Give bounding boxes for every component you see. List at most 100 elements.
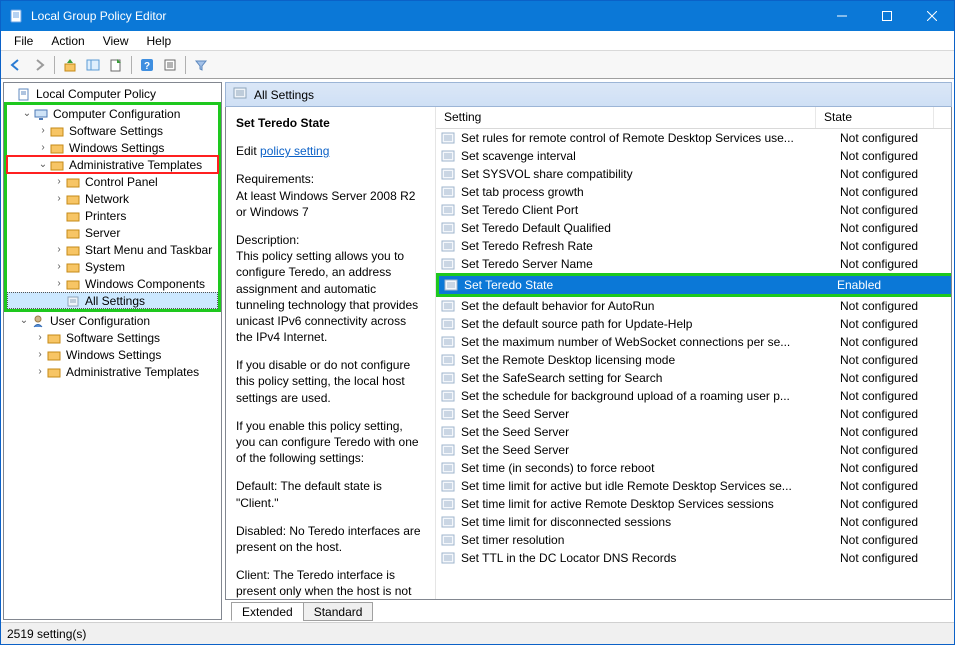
chevron-right-icon[interactable]: [53, 261, 65, 272]
setting-icon: [440, 425, 456, 439]
column-state[interactable]: State: [816, 107, 934, 128]
tree-network[interactable]: Network: [7, 190, 218, 207]
list-row[interactable]: Set the SafeSearch setting for SearchNot…: [436, 369, 951, 387]
chevron-right-icon[interactable]: [53, 193, 65, 204]
description-text-5: Disabled: No Teredo interfaces are prese…: [236, 523, 425, 555]
list-rows[interactable]: Set rules for remote control of Remote D…: [436, 129, 951, 599]
menu-help[interactable]: Help: [138, 32, 181, 50]
folder-icon: [49, 123, 65, 139]
tree-administrative-templates[interactable]: Administrative Templates: [7, 156, 218, 173]
folder-icon: [46, 330, 62, 346]
list-row[interactable]: Set the Seed ServerNot configured: [436, 441, 951, 459]
minimize-button[interactable]: [819, 1, 864, 31]
window-buttons: [819, 1, 954, 31]
setting-icon: [440, 185, 456, 199]
tree-uc-administrative-templates[interactable]: Administrative Templates: [4, 363, 221, 380]
chevron-right-icon[interactable]: [34, 366, 46, 377]
row-setting-text: Set Teredo Refresh Rate: [459, 239, 836, 253]
chevron-right-icon[interactable]: [37, 125, 49, 136]
chevron-down-icon[interactable]: [21, 108, 33, 119]
row-state-text: Not configured: [836, 221, 951, 235]
tree-windows-components[interactable]: Windows Components: [7, 275, 218, 292]
setting-icon: [440, 149, 456, 163]
setting-icon: [440, 335, 456, 349]
tree-windows-settings[interactable]: Windows Settings: [7, 139, 218, 156]
list-row[interactable]: Set the default behavior for AutoRunNot …: [436, 297, 951, 315]
list-row[interactable]: Set TTL in the DC Locator DNS RecordsNot…: [436, 549, 951, 567]
maximize-button[interactable]: [864, 1, 909, 31]
list-row[interactable]: Set the Seed ServerNot configured: [436, 423, 951, 441]
list-row[interactable]: Set timer resolutionNot configured: [436, 531, 951, 549]
row-setting-text: Set the Remote Desktop licensing mode: [459, 353, 836, 367]
chevron-right-icon[interactable]: [34, 332, 46, 343]
tree-computer-configuration[interactable]: Computer Configuration: [7, 105, 218, 122]
tree-root[interactable]: Local Computer Policy: [4, 85, 221, 102]
tree-start-menu-and-taskbar[interactable]: Start Menu and Taskbar: [7, 241, 218, 258]
list-row[interactable]: Set the Remote Desktop licensing modeNot…: [436, 351, 951, 369]
tree-label: Software Settings: [64, 331, 162, 345]
tree-all-settings[interactable]: All Settings: [7, 292, 218, 309]
menu-action[interactable]: Action: [42, 32, 93, 50]
chevron-down-icon[interactable]: [37, 159, 49, 170]
setting-icon: [440, 239, 456, 253]
tree-uc-software-settings[interactable]: Software Settings: [4, 329, 221, 346]
tree-uc-windows-settings[interactable]: Windows Settings: [4, 346, 221, 363]
setting-icon: [440, 299, 456, 313]
list-row[interactable]: Set Teredo Server NameNot configured: [436, 255, 951, 273]
list-row[interactable]: Set time limit for disconnected sessions…: [436, 513, 951, 531]
chevron-right-icon[interactable]: [53, 244, 65, 255]
list-row[interactable]: Set time (in seconds) to force rebootNot…: [436, 459, 951, 477]
list-row[interactable]: Set scavenge intervalNot configured: [436, 147, 951, 165]
chevron-right-icon[interactable]: [53, 176, 65, 187]
list-row[interactable]: Set Teredo StateEnabled: [436, 273, 951, 297]
main-area: Local Computer Policy Computer Configura…: [1, 79, 954, 622]
chevron-right-icon[interactable]: [37, 142, 49, 153]
tree-system[interactable]: System: [7, 258, 218, 275]
menu-bar: File Action View Help: [1, 31, 954, 51]
help-button[interactable]: ?: [136, 54, 158, 76]
back-button[interactable]: [5, 54, 27, 76]
menu-view[interactable]: View: [94, 32, 138, 50]
tree-server[interactable]: Server: [7, 224, 218, 241]
chevron-right-icon[interactable]: [34, 349, 46, 360]
chevron-down-icon[interactable]: [18, 315, 30, 326]
forward-button[interactable]: [28, 54, 50, 76]
list-row[interactable]: Set Teredo Default QualifiedNot configur…: [436, 219, 951, 237]
tree-control-panel[interactable]: Control Panel: [7, 173, 218, 190]
list-row[interactable]: Set SYSVOL share compatibilityNot config…: [436, 165, 951, 183]
app-icon: [9, 8, 25, 24]
row-setting-text: Set the SafeSearch setting for Search: [459, 371, 836, 385]
list-row[interactable]: Set tab process growthNot configured: [436, 183, 951, 201]
show-hide-tree-button[interactable]: [82, 54, 104, 76]
tree-printers[interactable]: Printers: [7, 207, 218, 224]
edit-policy-link[interactable]: policy setting: [260, 144, 329, 158]
list-row[interactable]: Set time limit for active Remote Desktop…: [436, 495, 951, 513]
setting-icon: [440, 221, 456, 235]
menu-file[interactable]: File: [5, 32, 42, 50]
filter-button[interactable]: [190, 54, 212, 76]
properties-button[interactable]: [159, 54, 181, 76]
list-row[interactable]: Set the maximum number of WebSocket conn…: [436, 333, 951, 351]
setting-icon: [440, 551, 456, 565]
tree-pane[interactable]: Local Computer Policy Computer Configura…: [3, 82, 222, 620]
tree-label: Local Computer Policy: [34, 87, 158, 101]
list-row[interactable]: Set Teredo Refresh RateNot configured: [436, 237, 951, 255]
list-row[interactable]: Set Teredo Client PortNot configured: [436, 201, 951, 219]
setting-icon: [440, 371, 456, 385]
column-setting[interactable]: Setting: [436, 107, 816, 128]
list-row[interactable]: Set the schedule for background upload o…: [436, 387, 951, 405]
tree-software-settings[interactable]: Software Settings: [7, 122, 218, 139]
window-title: Local Group Policy Editor: [31, 9, 819, 23]
tab-extended[interactable]: Extended: [231, 602, 304, 621]
list-row[interactable]: Set time limit for active but idle Remot…: [436, 477, 951, 495]
list-row[interactable]: Set rules for remote control of Remote D…: [436, 129, 951, 147]
up-button[interactable]: [59, 54, 81, 76]
close-button[interactable]: [909, 1, 954, 31]
tab-standard[interactable]: Standard: [303, 602, 374, 621]
list-row[interactable]: Set the default source path for Update-H…: [436, 315, 951, 333]
row-state-text: Not configured: [836, 203, 951, 217]
tree-user-configuration[interactable]: User Configuration: [4, 312, 221, 329]
chevron-right-icon[interactable]: [53, 278, 65, 289]
list-row[interactable]: Set the Seed ServerNot configured: [436, 405, 951, 423]
export-button[interactable]: [105, 54, 127, 76]
